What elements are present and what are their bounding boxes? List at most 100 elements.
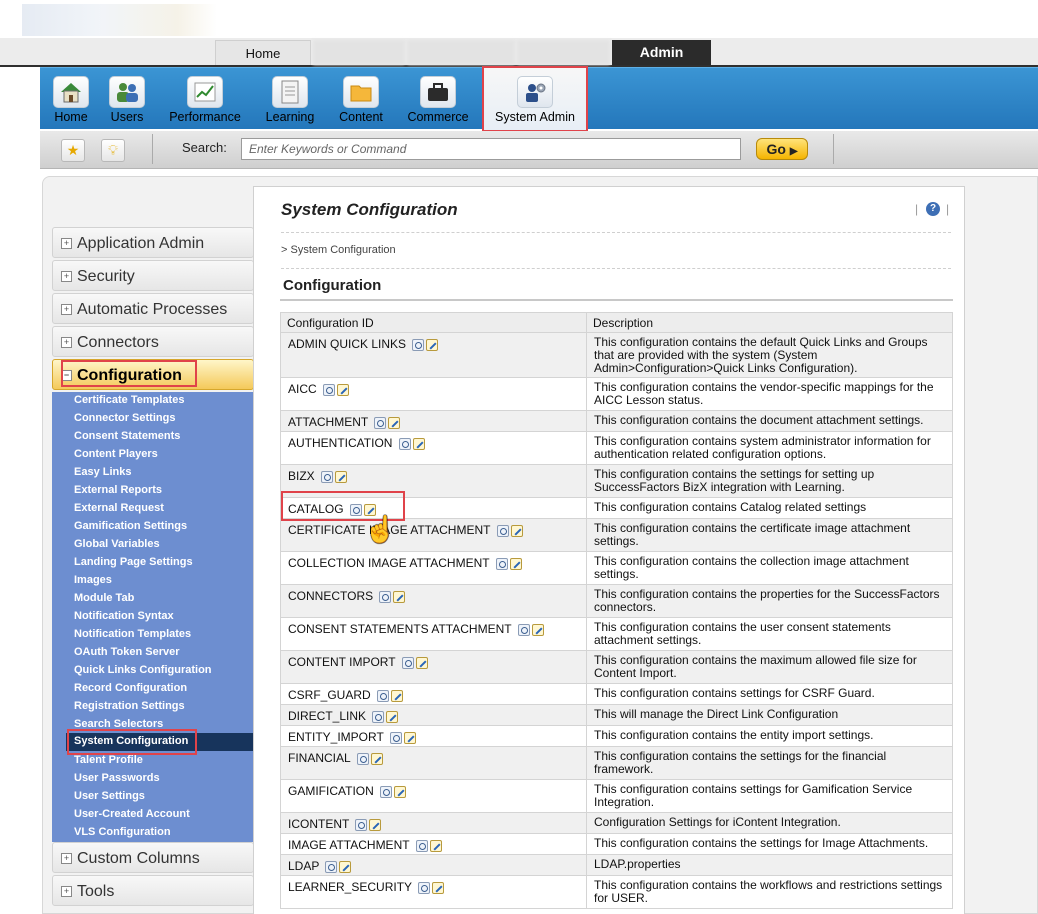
submenu-item[interactable]: OAuth Token Server (74, 644, 180, 662)
toolbar-commerce-button[interactable]: Commerce (400, 68, 476, 130)
toolbar-content-label: Content (339, 110, 383, 124)
submenu-item[interactable]: Gamification Settings (74, 518, 187, 536)
edit-pencil-icon[interactable] (415, 656, 428, 669)
table-row: ADMIN QUICK LINKS This configuration con… (280, 332, 953, 378)
edit-pencil-icon[interactable] (510, 524, 523, 537)
help-icon[interactable]: ? (926, 202, 940, 216)
view-magnifier-icon[interactable] (415, 839, 428, 852)
view-magnifier-icon[interactable] (496, 524, 509, 537)
view-magnifier-icon[interactable] (321, 470, 334, 483)
submenu-item[interactable]: Landing Page Settings (74, 554, 193, 572)
submenu-item[interactable]: Easy Links (74, 464, 131, 482)
config-description: This configuration contains the settings… (586, 833, 953, 855)
submenu-item[interactable]: Content Players (74, 446, 158, 464)
edit-pencil-icon[interactable] (432, 881, 445, 894)
go-label: Go (766, 141, 786, 157)
search-input[interactable] (241, 138, 741, 160)
view-magnifier-icon[interactable] (401, 656, 414, 669)
submenu-item[interactable]: User Settings (74, 788, 145, 806)
toolbar-home-button[interactable]: Home (48, 68, 94, 130)
edit-pencil-icon[interactable] (391, 689, 404, 702)
separator: | (946, 202, 950, 216)
toolbar-content-button[interactable]: Content (330, 68, 392, 130)
submenu-item[interactable]: Record Configuration (74, 680, 187, 698)
sidebar-header-label: Tools (77, 883, 115, 900)
submenu-item[interactable]: Certificate Templates (74, 392, 184, 410)
edit-pencil-icon[interactable] (429, 839, 442, 852)
sidebar-automatic-processes[interactable]: + Automatic Processes (52, 293, 254, 324)
view-magnifier-icon[interactable] (398, 437, 411, 450)
table-row: CONNECTORS This configuration contains t… (280, 584, 953, 618)
sidebar-custom-columns[interactable]: + Custom Columns (52, 842, 254, 873)
edit-pencil-icon[interactable] (335, 470, 348, 483)
edit-pencil-icon[interactable] (388, 416, 401, 429)
submenu-item[interactable]: Connector Settings (74, 410, 175, 428)
view-magnifier-icon[interactable] (418, 881, 431, 894)
edit-pencil-icon[interactable] (370, 752, 383, 765)
edit-pencil-icon[interactable] (337, 383, 350, 396)
tab-admin[interactable]: Admin (612, 40, 711, 65)
tab-jobs[interactable]: Vice Jobs (517, 40, 610, 65)
config-description: This configuration contains the settings… (586, 746, 953, 780)
edit-pencil-icon[interactable] (339, 860, 352, 873)
config-id: AUTHENTICATION (288, 436, 393, 450)
view-magnifier-icon[interactable] (356, 752, 369, 765)
edit-pencil-icon[interactable] (386, 710, 399, 723)
submenu-item[interactable]: External Request (74, 500, 164, 518)
submenu-item[interactable]: Global Variables (74, 536, 160, 554)
view-magnifier-icon[interactable] (379, 590, 392, 603)
view-magnifier-icon[interactable] (380, 785, 393, 798)
submenu-item[interactable]: Module Tab (74, 590, 134, 608)
edit-pencil-icon[interactable] (394, 785, 407, 798)
favorites-star-button[interactable]: ★ (61, 139, 85, 162)
submenu-item[interactable]: User-Created Account (74, 806, 190, 824)
sidebar-security[interactable]: + Security (52, 260, 254, 291)
table-row: COLLECTION IMAGE ATTACHMENT This configu… (280, 551, 953, 585)
edit-pencil-icon[interactable] (509, 557, 522, 570)
toolbar-performance-button[interactable]: Performance (160, 68, 250, 130)
tab-my-employees[interactable]: My Employees (407, 40, 515, 65)
view-magnifier-icon[interactable] (374, 416, 387, 429)
view-magnifier-icon[interactable] (389, 731, 402, 744)
edit-pencil-icon[interactable] (403, 731, 416, 744)
toolbar-users-button[interactable]: Users (102, 68, 152, 130)
edit-pencil-icon[interactable] (393, 590, 406, 603)
view-magnifier-icon[interactable] (412, 338, 425, 351)
edit-pencil-icon[interactable] (426, 338, 439, 351)
submenu-item[interactable]: Registration Settings (74, 698, 185, 716)
sidebar-connectors[interactable]: + Connectors (52, 326, 254, 357)
toolbar-system-admin-button[interactable]: System Admin (482, 66, 588, 132)
sidebar-application-admin[interactable]: + Application Admin (52, 227, 254, 258)
view-magnifier-icon[interactable] (372, 710, 385, 723)
submenu-item[interactable]: Images (74, 572, 112, 590)
table-row: GAMIFICATION This configuration contains… (280, 779, 953, 813)
view-magnifier-icon[interactable] (323, 383, 336, 396)
submenu-item[interactable]: Consent Statements (74, 428, 180, 446)
tab-organization[interactable]: Organization (313, 40, 405, 65)
view-magnifier-icon[interactable] (377, 689, 390, 702)
edit-pencil-icon[interactable] (369, 818, 382, 831)
sidebar-header-label: Automatic Processes (77, 301, 228, 318)
sidebar-tools[interactable]: + Tools (52, 875, 254, 906)
tab-home[interactable]: Home (215, 40, 311, 65)
submenu-item[interactable]: Notification Syntax (74, 608, 174, 626)
config-id: CSRF_GUARD (288, 688, 371, 702)
view-magnifier-icon[interactable] (517, 623, 530, 636)
go-button[interactable]: Go ▶ (756, 138, 808, 160)
toolbar-learning-label: Learning (265, 110, 315, 124)
edit-pencil-icon[interactable] (531, 623, 544, 636)
submenu-item[interactable]: External Reports (74, 482, 162, 500)
toolbar-users-label: Users (110, 110, 144, 124)
submenu-item[interactable]: User Passwords (74, 770, 160, 788)
breadcrumb[interactable]: > System Configuration (281, 244, 396, 256)
submenu-item[interactable]: Quick Links Configuration (74, 662, 212, 680)
view-magnifier-icon[interactable] (495, 557, 508, 570)
edit-pencil-icon[interactable] (412, 437, 425, 450)
tips-button[interactable]: 💡︎ (101, 139, 125, 162)
submenu-item[interactable]: VLS Configuration (74, 824, 171, 842)
toolbar-learning-button[interactable]: Learning (258, 68, 322, 130)
view-magnifier-icon[interactable] (355, 818, 368, 831)
view-magnifier-icon[interactable] (325, 860, 338, 873)
submenu-item[interactable]: Notification Templates (74, 626, 191, 644)
toolbar-home-label: Home (54, 110, 88, 124)
